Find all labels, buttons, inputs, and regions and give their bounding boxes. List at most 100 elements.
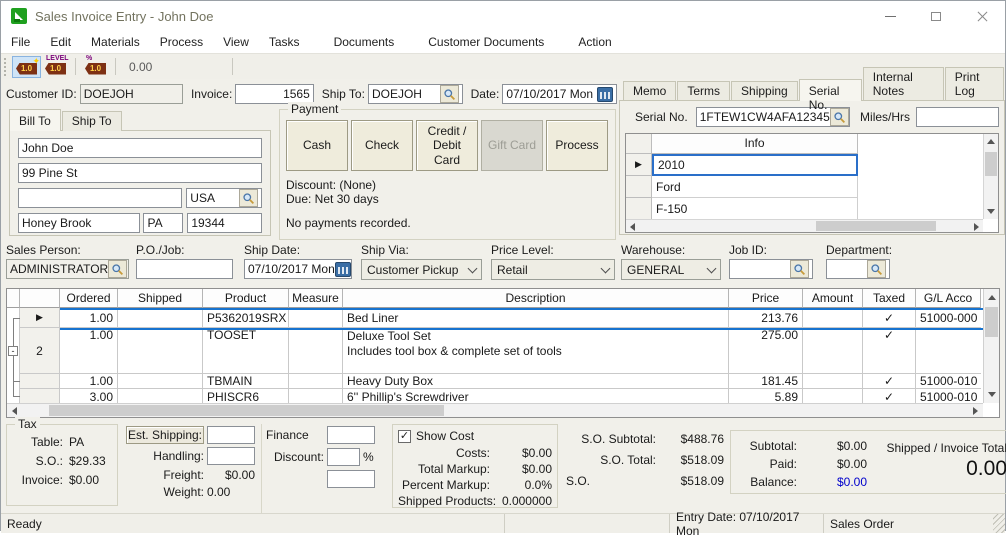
job-id-field[interactable] — [729, 259, 813, 279]
department-lookup-button[interactable] — [867, 260, 886, 278]
bill-state-field[interactable]: PA — [143, 213, 183, 233]
percent-tag-button[interactable]: 1.0 % — [81, 56, 110, 78]
info-cell-year[interactable]: 2010 — [652, 154, 858, 176]
sales-person-field[interactable]: ADMINISTRATOR — [6, 259, 129, 279]
col-amount[interactable]: Amount — [803, 289, 863, 308]
ship-via-dropdown[interactable]: Customer Pickup — [361, 259, 482, 280]
scrollbar-thumb[interactable] — [816, 221, 936, 231]
bill-name-field[interactable]: John Doe — [18, 138, 262, 158]
scroll-right-icon[interactable] — [974, 223, 979, 231]
col-price[interactable]: Price — [729, 289, 803, 308]
row-header-cell[interactable] — [20, 374, 60, 389]
tab-internal-notes[interactable]: Internal Notes — [863, 67, 944, 101]
toolbar-grip[interactable] — [4, 58, 7, 76]
scroll-left-icon[interactable] — [630, 223, 635, 231]
row-number[interactable]: 2 — [20, 328, 60, 374]
menu-tasks[interactable]: Tasks — [259, 35, 310, 49]
cell-amount[interactable] — [803, 308, 863, 328]
col-taxed[interactable]: Taxed — [863, 289, 916, 308]
scroll-up-icon[interactable] — [988, 295, 996, 300]
price-level-button[interactable]: 1.0 LEVEL — [41, 56, 70, 78]
scroll-down-icon[interactable] — [987, 209, 995, 214]
menu-documents[interactable]: Documents — [324, 35, 405, 49]
cell-price[interactable]: 181.45 — [729, 374, 803, 389]
col-ordered[interactable]: Ordered — [60, 289, 118, 308]
bill-address2-field[interactable] — [18, 188, 182, 208]
horizontal-scrollbar[interactable] — [7, 403, 983, 417]
cell-product[interactable]: TOOSET — [203, 328, 289, 374]
bill-zip-field[interactable]: 19344 — [187, 213, 262, 233]
ship-date-field[interactable]: 07/10/2017 Mon — [244, 259, 352, 279]
line-item-row[interactable]: ▶ 1.00 P5362019SRX Bed Liner 213.76 ✓ 51… — [7, 308, 999, 328]
scrollbar-thumb[interactable] — [985, 152, 997, 176]
ship-to-field[interactable]: DOEJOH — [368, 84, 463, 104]
taxed-check-icon[interactable]: ✓ — [863, 374, 916, 389]
finance-field[interactable] — [327, 426, 375, 444]
scrollbar-thumb[interactable] — [985, 307, 998, 337]
line-item-row[interactable]: 1.00 TBMAIN Heavy Duty Box 181.45 ✓ 5100… — [7, 374, 999, 389]
process-button[interactable]: Process — [546, 120, 608, 171]
cell-shipped[interactable] — [118, 328, 203, 374]
cell-gl-account[interactable]: 51000-000 — [916, 308, 981, 328]
row-indicator[interactable]: ▶ — [20, 308, 60, 328]
job-id-lookup-button[interactable] — [790, 260, 809, 278]
close-button[interactable] — [959, 1, 1005, 31]
line-item-row[interactable]: 2 1.00 TOOSET Deluxe Tool SetIncludes to… — [7, 328, 999, 374]
cell-measure[interactable] — [289, 328, 343, 374]
info-cell-make[interactable]: Ford — [652, 176, 858, 198]
cell-ordered[interactable]: 1.00 — [60, 374, 118, 389]
menu-action[interactable]: Action — [568, 35, 621, 49]
tab-terms[interactable]: Terms — [677, 81, 730, 101]
customer-id-field[interactable]: DOEJOH — [80, 84, 183, 104]
date-field[interactable]: 07/10/2017 Mon — [502, 84, 617, 104]
serial-lookup-button[interactable] — [830, 108, 849, 126]
tab-serial-no[interactable]: Serial No. — [799, 79, 862, 101]
invoice-number-field[interactable]: 1565 — [235, 84, 313, 104]
new-price-tag-button[interactable]: 1.0 ✦ — [12, 56, 41, 78]
cell-shipped[interactable] — [118, 308, 203, 328]
cash-button[interactable]: Cash — [286, 120, 348, 171]
scrollbar-thumb[interactable] — [49, 405, 444, 416]
info-cell-model[interactable]: F-150 — [652, 198, 858, 220]
col-shipped[interactable]: Shipped — [118, 289, 203, 308]
cell-amount[interactable] — [803, 328, 863, 374]
department-field[interactable] — [826, 259, 890, 279]
scroll-left-icon[interactable] — [12, 407, 17, 415]
cell-description[interactable]: Heavy Duty Box — [343, 374, 729, 389]
discount-field[interactable] — [327, 448, 360, 466]
cell-ordered[interactable]: 1.00 — [60, 328, 118, 374]
cell-price[interactable]: 213.76 — [729, 308, 803, 328]
tab-shipping[interactable]: Shipping — [731, 81, 798, 101]
vertical-scrollbar[interactable] — [983, 134, 998, 219]
cell-shipped[interactable] — [118, 374, 203, 389]
cell-gl-account[interactable] — [916, 328, 981, 374]
vertical-scrollbar[interactable] — [983, 289, 999, 403]
finance-extra-field[interactable] — [327, 470, 375, 488]
tab-bill-to[interactable]: Bill To — [9, 109, 61, 131]
menu-materials[interactable]: Materials — [81, 35, 150, 49]
menu-customer-documents[interactable]: Customer Documents — [418, 35, 554, 49]
maximize-button[interactable] — [913, 1, 959, 31]
handling-field[interactable] — [207, 447, 255, 465]
bill-city-field[interactable]: Honey Brook — [18, 213, 140, 233]
tab-print-log[interactable]: Print Log — [945, 67, 1004, 101]
menu-view[interactable]: View — [213, 35, 259, 49]
tab-memo[interactable]: Memo — [623, 81, 676, 101]
est-shipping-field[interactable] — [207, 426, 255, 444]
cell-gl-account[interactable]: 51000-010 — [916, 374, 981, 389]
collapse-kit-icon[interactable]: - — [8, 346, 18, 356]
minimize-button[interactable] — [867, 1, 913, 31]
cell-measure[interactable] — [289, 308, 343, 328]
scroll-up-icon[interactable] — [987, 139, 995, 144]
ship-to-lookup-button[interactable] — [440, 85, 459, 103]
col-product[interactable]: Product — [203, 289, 289, 308]
col-gl-account[interactable]: G/L Acco — [916, 289, 981, 308]
calendar-icon[interactable] — [335, 262, 351, 277]
scroll-down-icon[interactable] — [988, 392, 996, 397]
bill-country-field[interactable]: USA — [186, 188, 262, 208]
po-job-field[interactable] — [136, 259, 233, 279]
bill-address-field[interactable]: 99 Pine St — [18, 163, 262, 183]
warehouse-dropdown[interactable]: GENERAL — [621, 259, 721, 280]
menu-process[interactable]: Process — [150, 35, 213, 49]
scroll-right-icon[interactable] — [973, 407, 978, 415]
